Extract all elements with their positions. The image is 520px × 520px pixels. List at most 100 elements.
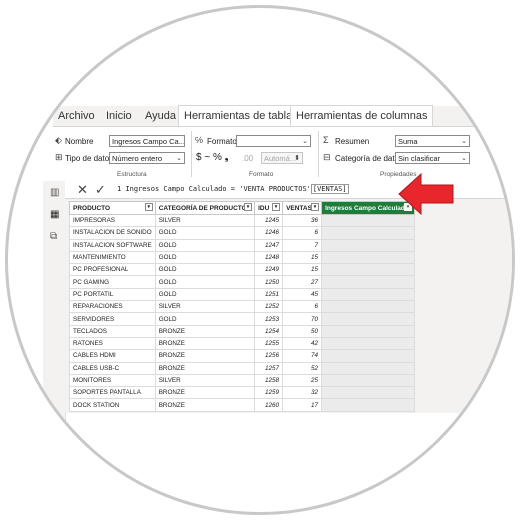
check-icon[interactable]: ✓ (95, 181, 106, 198)
cell-ingresos[interactable] (321, 312, 416, 326)
cell-categoria[interactable]: BRONZE (154, 386, 256, 400)
resumen-dropdown[interactable]: Suma ⌄ (395, 135, 470, 147)
chevron-down-icon[interactable]: ▾ (272, 203, 281, 211)
cell-categoria[interactable]: BRONZE (154, 324, 256, 338)
cell-producto[interactable]: MONITORES (69, 373, 156, 388)
cell-producto[interactable]: CABLES HDMI (69, 349, 156, 363)
cell-categoria[interactable]: GOLD (154, 312, 256, 326)
cell-ventas[interactable]: 17 (282, 398, 323, 412)
tab-herramientas-tablas[interactable]: Herramientas de tablas (178, 105, 304, 127)
cell-idu[interactable]: 1260 (254, 398, 284, 412)
table-row[interactable]: PC PROFESIONAL GOLD 1249 15 (69, 263, 416, 277)
cell-categoria[interactable]: GOLD (154, 226, 256, 240)
cell-ingresos[interactable] (321, 336, 416, 351)
cell-idu[interactable]: 1255 (254, 336, 284, 351)
cell-ingresos[interactable] (321, 226, 416, 240)
table-row[interactable]: INSTALACION DE SONIDO GOLD 1246 6 (69, 226, 416, 240)
cell-ingresos[interactable] (321, 250, 416, 265)
table-row[interactable]: PC GAMING GOLD 1250 27 (69, 275, 416, 289)
table-row[interactable]: INSTALACION SOFTWARE GOLD 1247 7 (69, 238, 416, 252)
cell-categoria[interactable]: GOLD (154, 238, 256, 252)
tab-inicio[interactable]: Inicio (106, 106, 132, 126)
cell-producto[interactable]: SOPORTES PANTALLA (69, 386, 156, 400)
cell-ventas[interactable]: 6 (282, 300, 323, 314)
cell-producto[interactable]: TECLADOS (69, 324, 156, 338)
cell-producto[interactable]: PC PORTATIL (69, 287, 156, 302)
close-icon[interactable]: ✕ (77, 181, 88, 198)
chevron-down-icon[interactable]: ▾ (244, 203, 253, 211)
cell-idu[interactable]: 1250 (254, 275, 284, 289)
cell-idu[interactable]: 1256 (254, 349, 284, 363)
cell-categoria[interactable]: BRONZE (154, 398, 256, 412)
table-row[interactable]: CABLES USB-C BRONZE 1257 52 (69, 361, 416, 375)
cell-ventas[interactable]: 70 (282, 312, 323, 326)
table-row[interactable]: IMPRESORAS SILVER 1245 36 (69, 213, 416, 228)
chevron-down-icon[interactable]: ▾ (311, 203, 320, 211)
formato-dropdown[interactable]: ⌄ (236, 135, 311, 147)
cell-categoria[interactable]: GOLD (154, 263, 256, 277)
cell-ingresos[interactable] (321, 300, 416, 314)
cell-ventas[interactable]: 6 (282, 226, 323, 240)
cell-idu[interactable]: 1259 (254, 386, 284, 400)
cell-ingresos[interactable] (321, 398, 416, 412)
decimal-places-field[interactable]: Automá... ⬍ (261, 152, 303, 164)
cell-producto[interactable]: INSTALACION DE SONIDO (69, 226, 156, 240)
column-header-idu[interactable]: IDU ▾ (254, 201, 284, 215)
cell-producto[interactable]: MANTENIMIENTO (69, 250, 156, 265)
cell-ingresos[interactable] (321, 324, 416, 338)
cell-categoria[interactable]: GOLD (154, 275, 256, 289)
table-row[interactable]: MONITORES SILVER 1258 25 (69, 373, 416, 388)
cell-categoria[interactable]: BRONZE (154, 336, 256, 351)
column-header-categoria[interactable]: CATEGORÍA DE PRODUCTOS ▾ (154, 201, 256, 215)
chevron-down-icon[interactable]: ▾ (144, 203, 153, 211)
cell-idu[interactable]: 1251 (254, 287, 284, 302)
report-view-icon[interactable]: ▥ (50, 187, 59, 198)
cell-ventas[interactable]: 36 (282, 213, 323, 228)
cell-ventas[interactable]: 25 (282, 373, 323, 388)
cell-categoria[interactable]: BRONZE (154, 361, 256, 375)
cell-producto[interactable]: PC GAMING (69, 275, 156, 289)
cell-ingresos[interactable] (321, 263, 416, 277)
cell-ingresos[interactable] (321, 349, 416, 363)
categoria-dropdown[interactable]: Sin clasificar ⌄ (395, 152, 470, 164)
cell-ventas[interactable]: 15 (282, 263, 323, 277)
cell-ventas[interactable]: 50 (282, 324, 323, 338)
table-row[interactable]: PC PORTATIL GOLD 1251 45 (69, 287, 416, 302)
cell-idu[interactable]: 1247 (254, 238, 284, 252)
cell-producto[interactable]: IMPRESORAS (69, 213, 156, 228)
table-row[interactable]: MANTENIMIENTO GOLD 1248 15 (69, 250, 416, 265)
cell-categoria[interactable]: SILVER (154, 373, 256, 388)
cell-ingresos[interactable] (321, 373, 416, 388)
tipo-dropdown[interactable]: Número entero ⌄ (109, 152, 185, 164)
cell-idu[interactable]: 1245 (254, 213, 284, 228)
cell-idu[interactable]: 1249 (254, 263, 284, 277)
cell-producto[interactable]: REPARACIONES (69, 300, 156, 314)
nombre-field[interactable]: Ingresos Campo Ca... (109, 135, 185, 147)
cell-idu[interactable]: 1254 (254, 324, 284, 338)
currency-format-buttons[interactable]: $ ~ % ❟ (196, 152, 229, 163)
column-header-ventas[interactable]: VENTAS ▾ (282, 201, 323, 215)
cell-ventas[interactable]: 52 (282, 361, 323, 375)
cell-categoria[interactable]: GOLD (154, 287, 256, 302)
cell-idu[interactable]: 1246 (254, 226, 284, 240)
cell-categoria[interactable]: GOLD (154, 250, 256, 265)
tab-archivo[interactable]: Archivo (58, 106, 95, 126)
cell-idu[interactable]: 1258 (254, 373, 284, 388)
cell-ingresos[interactable] (321, 275, 416, 289)
cell-idu[interactable]: 1253 (254, 312, 284, 326)
cell-ingresos[interactable] (321, 287, 416, 302)
table-row[interactable]: DOCK STATION BRONZE 1260 17 (69, 398, 416, 412)
cell-producto[interactable]: DOCK STATION (69, 398, 156, 412)
cell-ventas[interactable]: 27 (282, 275, 323, 289)
model-view-icon[interactable]: ⧉ (50, 231, 57, 242)
column-header-producto[interactable]: PRODUCTO ▾ (69, 201, 156, 215)
tab-ayuda[interactable]: Ayuda (145, 106, 176, 126)
cell-ventas[interactable]: 45 (282, 287, 323, 302)
cell-producto[interactable]: SERVIDORES (69, 312, 156, 326)
cell-producto[interactable]: INSTALACION SOFTWARE (69, 238, 156, 252)
table-view-icon[interactable]: ▦ (50, 209, 59, 220)
cell-ingresos[interactable] (321, 361, 416, 375)
table-row[interactable]: SERVIDORES GOLD 1253 70 (69, 312, 416, 326)
cell-ventas[interactable]: 74 (282, 349, 323, 363)
cell-categoria[interactable]: BRONZE (154, 349, 256, 363)
